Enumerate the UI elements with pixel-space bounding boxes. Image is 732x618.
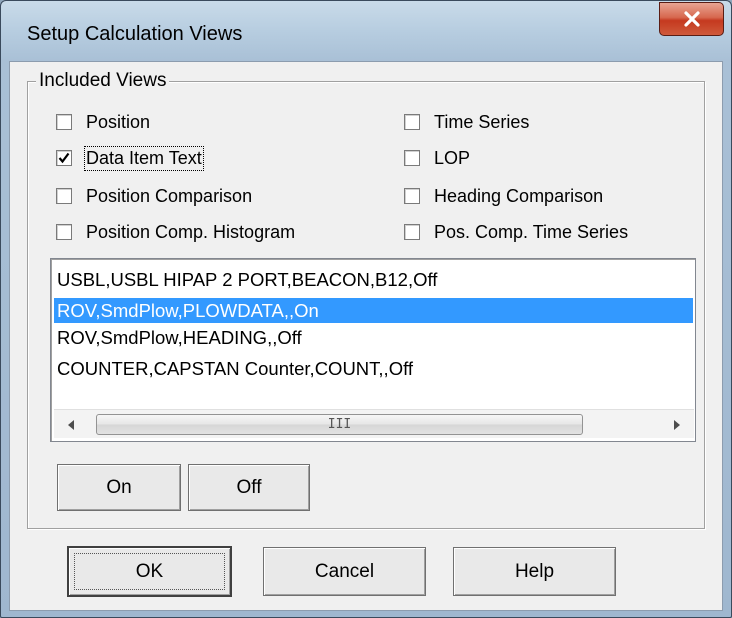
scroll-grip: III [327, 417, 352, 432]
checkbox-box[interactable] [56, 188, 72, 204]
checkbox-box[interactable] [56, 224, 72, 240]
checkbox-position[interactable]: Position [56, 110, 150, 134]
checkmark-icon [58, 152, 70, 164]
checkbox-box[interactable] [404, 224, 420, 240]
checkbox-data-item-text[interactable]: Data Item Text [56, 145, 204, 171]
checkbox-heading-comparison[interactable]: Heading Comparison [404, 184, 603, 208]
list-item-selected[interactable]: ROV,SmdPlow,PLOWDATA,,On [54, 298, 693, 323]
off-button[interactable]: Off [188, 464, 310, 511]
scroll-left-button[interactable] [54, 410, 88, 439]
close-icon [683, 11, 700, 27]
checkbox-label: Position [86, 111, 151, 132]
triangle-left-icon [68, 419, 74, 430]
checkbox-box[interactable] [56, 114, 72, 130]
checkbox-pos-comp-time-series[interactable]: Pos. Comp. Time Series [404, 220, 628, 244]
checkbox-box[interactable] [404, 188, 420, 204]
checkbox-box[interactable] [56, 150, 72, 166]
checkbox-lop[interactable]: LOP [404, 146, 470, 170]
focus-rect [69, 548, 230, 595]
group-label: Included Views [36, 70, 170, 92]
checkbox-label: Pos. Comp. Time Series [434, 221, 629, 242]
checkbox-box[interactable] [404, 150, 420, 166]
checkbox-label: Position Comp. Histogram [86, 221, 296, 242]
close-button[interactable] [659, 2, 724, 36]
list-item[interactable]: ROV,SmdPlow,HEADING,,Off [54, 325, 693, 350]
checkbox-box[interactable] [404, 114, 420, 130]
title-bar[interactable]: Setup Calculation Views [1, 1, 731, 67]
cancel-button[interactable]: Cancel [263, 547, 426, 596]
ok-button[interactable]: OK [67, 546, 232, 597]
checkbox-label: Heading Comparison [434, 185, 604, 206]
checkbox-position-comparison[interactable]: Position Comparison [56, 184, 252, 208]
checkbox-position-comp-histogram[interactable]: Position Comp. Histogram [56, 220, 295, 244]
window-title: Setup Calculation Views [27, 23, 243, 45]
horizontal-scrollbar[interactable]: III [54, 409, 694, 438]
checkbox-label: Position Comparison [86, 185, 253, 206]
help-button[interactable]: Help [453, 547, 616, 596]
on-button[interactable]: On [57, 464, 181, 511]
checkbox-label: Data Item Text [84, 145, 204, 171]
triangle-right-icon [674, 419, 680, 430]
checkbox-label: LOP [434, 147, 471, 168]
checkbox-label: Time Series [434, 111, 530, 132]
checkbox-time-series[interactable]: Time Series [404, 110, 529, 134]
scroll-right-button[interactable] [660, 410, 694, 439]
list-item[interactable]: COUNTER,CAPSTAN Counter,COUNT,,Off [54, 356, 693, 381]
list-item[interactable]: USBL,USBL HIPAP 2 PORT,BEACON,B12,Off [54, 267, 693, 292]
scroll-thumb[interactable]: III [96, 414, 583, 435]
